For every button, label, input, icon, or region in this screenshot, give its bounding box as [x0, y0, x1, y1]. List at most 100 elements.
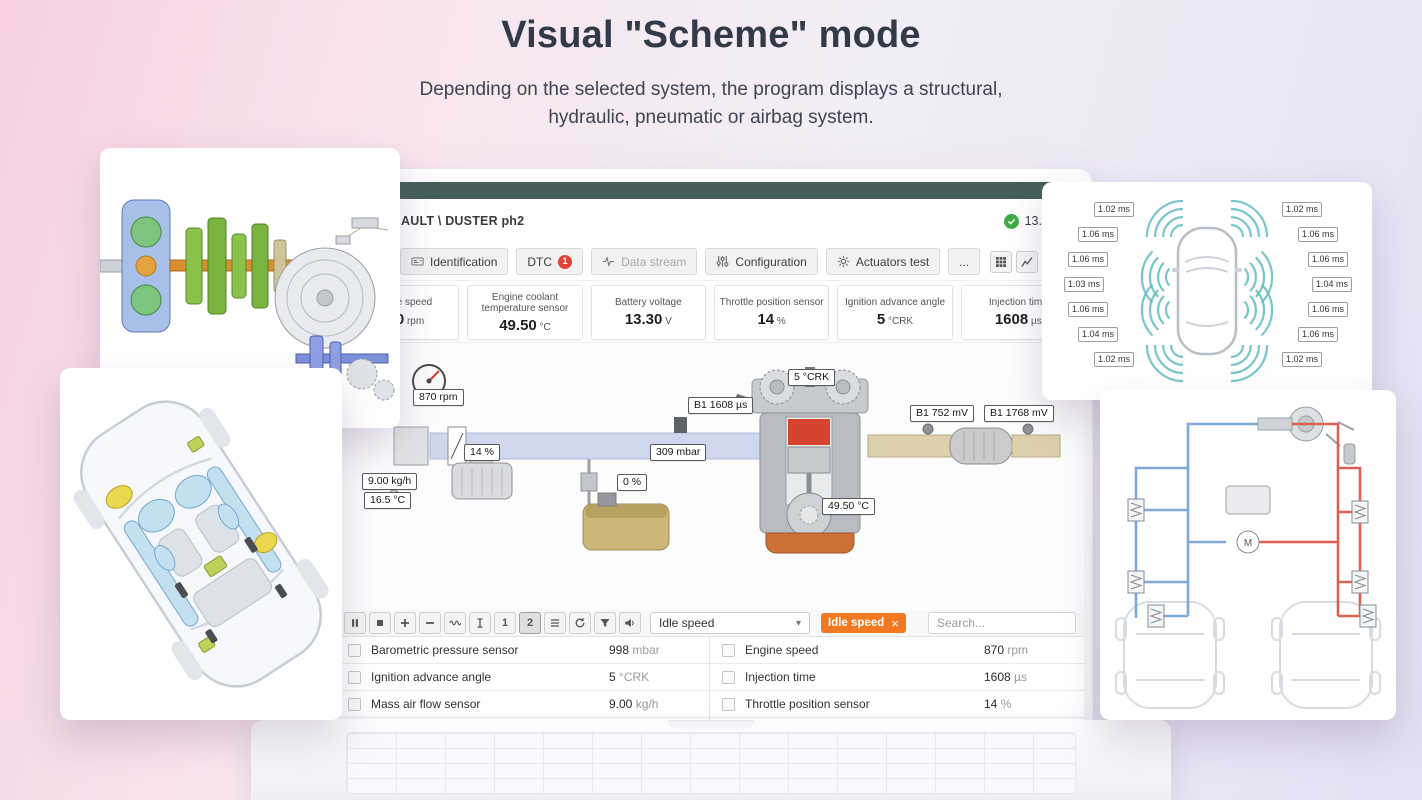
laptop-notch — [668, 720, 754, 729]
diagram-value-label: 870 rpm — [413, 389, 464, 406]
engine-schematic — [388, 364, 1061, 554]
app-window: RENAULT \ DUSTER ph2 13. Identification D… — [336, 182, 1084, 724]
param-value: 1608 µs — [984, 670, 1084, 684]
laptop-base — [251, 720, 1171, 800]
value: 13.30 — [624, 310, 663, 328]
chip-label: Idle speed — [828, 617, 885, 629]
table-row[interactable]: Throttle position sensor 14 % — [710, 691, 1084, 718]
volume-button[interactable] — [619, 612, 641, 634]
parking-sensors-scheme-card: 1.02 ms 1.06 ms 1.06 ms 1.03 ms 1.06 ms 1.04 … — [1042, 182, 1372, 400]
sensor-card: Battery voltage 13.30 V — [590, 285, 706, 340]
diagram-value-label: 49.50 °C — [822, 498, 875, 515]
sensor-time-label: 1.04 ms — [1312, 277, 1353, 292]
tab-actuators-test[interactable]: Actuators test — [825, 248, 941, 275]
parameter-group-select[interactable]: Idle speed ▾ — [650, 612, 810, 634]
param-name: Mass air flow sensor — [371, 697, 481, 711]
scheme-view: 870 rpm B1 1608 µs 5 °CRK B1 752 mV B1 1768 … — [336, 342, 1084, 612]
table-row[interactable]: Ignition advance angle 5 °CRK — [336, 664, 709, 691]
page-2-button[interactable]: 2 — [519, 612, 541, 634]
value: 9.00 — [609, 697, 633, 711]
row-checkbox[interactable] — [722, 670, 735, 684]
unit: rpm — [404, 315, 425, 327]
diagram-value-label: 5 °CRK — [788, 369, 836, 386]
unit: µs — [1010, 670, 1027, 684]
search-input[interactable] — [928, 612, 1076, 634]
unit: kg/h — [632, 697, 659, 711]
row-checkbox[interactable] — [722, 643, 735, 657]
plus-button[interactable] — [394, 612, 416, 634]
app-titlebar — [336, 182, 1084, 199]
sensor-card-row: Engine speed870 rpmEngine coolant temper… — [344, 285, 1076, 340]
sensor-time-label: 1.06 ms — [1068, 302, 1109, 317]
check-circle-icon — [1003, 213, 1019, 229]
tab-more[interactable]: ... — [948, 248, 981, 275]
status-time: 13. — [1024, 214, 1042, 228]
sensor-time-label: 1.06 ms — [1298, 227, 1339, 242]
diagram-value-label: B1 1768 mV — [984, 405, 1054, 422]
unit: °CRK — [885, 315, 914, 327]
table-column-right: Engine speed 870 rpm Injection time 1608 µs… — [710, 637, 1084, 724]
tab-dtc[interactable]: DTC 1 — [516, 248, 584, 275]
filter-button[interactable] — [594, 612, 616, 634]
tab-bar: Identification DTC 1 Data stream Configurati… — [336, 243, 1084, 281]
ibeam-button[interactable] — [469, 612, 491, 634]
diagram-value-label: 309 mbar — [650, 444, 707, 461]
tab-label: Identification — [430, 254, 498, 269]
sensor-card-value: 13.30 V — [625, 311, 672, 328]
param-name: Barometric pressure sensor — [371, 643, 519, 657]
value: 5 — [876, 310, 886, 328]
select-value: Idle speed — [659, 616, 715, 630]
sensor-time-label: 1.04 ms — [1078, 327, 1119, 342]
filter-chip-idle-speed[interactable]: Idle speed × — [821, 613, 906, 633]
sensor-time-label: 1.06 ms — [1078, 227, 1119, 242]
breadcrumb-row: RENAULT \ DUSTER ph2 13. — [336, 199, 1084, 244]
page-subtitle: Depending on the selected system, the pr… — [0, 76, 1422, 132]
table-row[interactable]: Engine speed 870 rpm — [710, 637, 1084, 664]
tab-configuration[interactable]: Configuration — [705, 248, 818, 275]
row-checkbox[interactable] — [348, 670, 361, 684]
sensor-card-value: 14 % — [757, 311, 785, 328]
value: 14 — [757, 310, 775, 328]
table-row[interactable]: Barometric pressure sensor 998 mbar — [336, 637, 709, 664]
table-row[interactable]: Mass air flow sensor 9.00 kg/h — [336, 691, 709, 718]
view-grid-button[interactable] — [990, 250, 1012, 273]
param-value: 14 % — [984, 697, 1084, 711]
row-checkbox[interactable] — [722, 697, 735, 711]
gear-icon — [837, 255, 850, 268]
value: 1608 — [994, 310, 1029, 328]
refresh-button[interactable] — [569, 612, 591, 634]
playback-toolbar: 12 Idle speed ▾ Idle speed × — [336, 610, 1084, 637]
sensor-card-value: 1608 µs — [995, 311, 1042, 328]
tab-identification[interactable]: Identification — [400, 248, 509, 275]
row-checkbox[interactable] — [348, 697, 361, 711]
hydraulic-diagram: M — [1115, 406, 1381, 709]
view-chart-button[interactable] — [1016, 250, 1038, 273]
minus-button[interactable] — [419, 612, 441, 634]
sensor-card-value: 49.50 °C — [499, 317, 551, 334]
sliders-icon — [716, 255, 729, 268]
page-1-button[interactable]: 1 — [494, 612, 516, 634]
diagram-value-label: 14 % — [464, 444, 500, 461]
unit: % — [997, 697, 1012, 711]
unit: % — [774, 315, 786, 327]
sensor-time-label: 1.02 ms — [1094, 202, 1135, 217]
parameters-table: Barometric pressure sensor 998 mbar Igniti… — [336, 637, 1084, 724]
connection-status: 13. — [1003, 213, 1042, 229]
laptop-screen: RENAULT \ DUSTER ph2 13. Identification D… — [327, 168, 1093, 724]
sensor-time-label: 1.06 ms — [1298, 327, 1339, 342]
diagram-value-label: B1 1608 µs — [688, 397, 754, 414]
sensor-time-label: 1.02 ms — [1094, 352, 1135, 367]
chip-close-icon[interactable]: × — [891, 617, 899, 630]
sensor-card: Throttle position sensor 14 % — [713, 285, 830, 340]
tab-label: ... — [959, 254, 970, 269]
unit: °CRK — [615, 670, 650, 684]
table-row[interactable]: Injection time 1608 µs — [710, 664, 1084, 691]
tab-data-stream[interactable]: Data stream — [591, 248, 698, 275]
pause-button[interactable] — [344, 612, 366, 634]
list-button[interactable] — [544, 612, 566, 634]
stop-button[interactable] — [369, 612, 391, 634]
param-value: 870 rpm — [984, 643, 1084, 657]
wave-button[interactable] — [444, 612, 466, 634]
row-checkbox[interactable] — [348, 643, 361, 657]
sensor-card-title: Injection time — [988, 297, 1048, 309]
